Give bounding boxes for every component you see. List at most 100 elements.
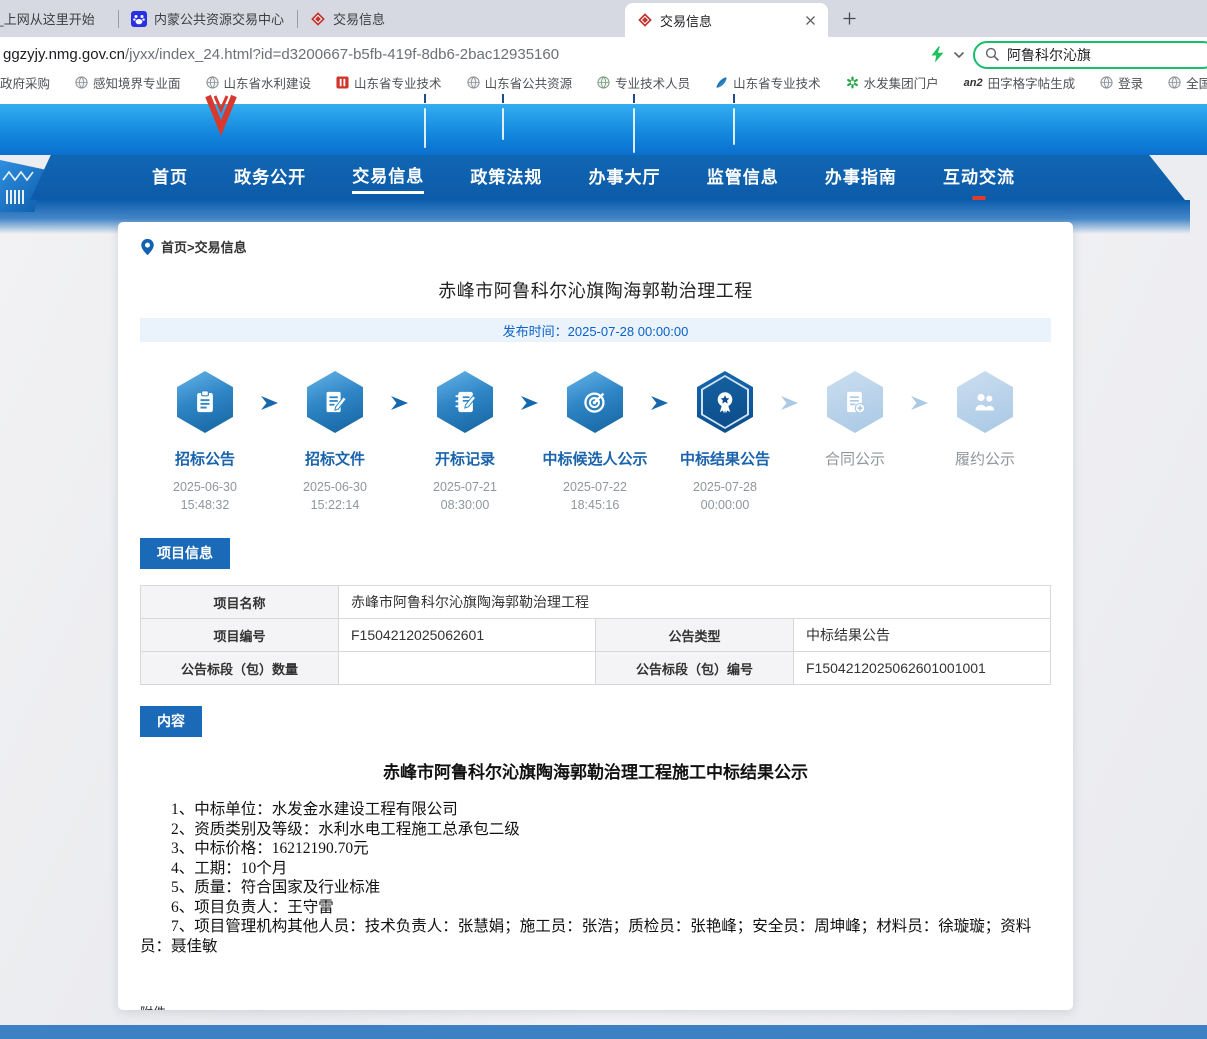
globe-icon [75,76,88,89]
bookmark-item[interactable]: 山东省专业技术 [336,73,442,92]
url-path: /jyxx/index_24.html?id=d3200667-b5fb-419… [125,46,559,63]
bookmark-label: 政府采购 [0,73,50,92]
nav-item-supervision[interactable]: 监管信息 [707,163,779,192]
step-label: 招标文件 [305,448,365,469]
attachment-label: 附件: [140,1002,1051,1010]
bookmark-item[interactable]: 水发集团门户 [846,73,939,92]
table-row: 项目编号 F1504212025062601 公告类型 中标结果公告 [141,619,1051,652]
main-navigation: 首页 政务公开 交易信息 政策法规 办事大厅 监管信息 办事指南 互动交流 [30,155,1185,200]
globe-icon [467,76,480,89]
tab-start-page[interactable]: 23_上网从这里开始 [0,0,118,37]
mongolian-script-decoration [733,108,735,145]
quick-access-bolt-icon[interactable] [930,46,945,63]
section-number-label: 公告标段（包）编号 [596,652,794,685]
red-diamond-icon [310,11,326,27]
tab-label: 23_上网从这里开始 [0,9,106,28]
breadcrumb[interactable]: 首页>交易信息 [140,237,1051,256]
location-pin-icon [140,238,155,256]
arrow-right-icon [909,394,931,412]
site-banner-clipped [0,93,1207,104]
mongolian-script-decoration [633,108,635,153]
contract-document-icon [827,371,883,433]
bookmark-label: 登录 [1118,73,1143,92]
tab-label: 交易信息 [333,9,613,28]
timeline-step-tender-document[interactable]: 招标文件 2025-06-3015:22:14 [270,371,400,517]
footer-bar [0,1025,1207,1039]
announcement-type-label: 公告类型 [596,619,794,652]
mongolian-script-decoration [424,94,426,103]
tab-baidu-search[interactable]: 内蒙公共资源交易中心官网_百度 [119,0,297,37]
table-row: 项目名称 赤峰市阿鲁科尔沁旗陶海郭勒治理工程 [141,586,1051,619]
red-diamond-icon [637,12,653,28]
step-label: 开标记录 [435,448,495,469]
mongolian-script-decoration [502,94,504,103]
tab-trade-info[interactable]: 交易信息 [298,0,625,37]
step-date: 2025-06-3015:22:14 [303,478,367,514]
new-tab-button[interactable] [842,11,857,26]
globe-icon [1168,76,1181,89]
step-label: 中标结果公告 [680,448,770,469]
bookmark-item[interactable]: 山东省专业技术 [715,73,821,92]
bookmark-label: 山东省专业技术 [354,73,442,92]
announcement-type-value: 中标结果公告 [794,619,1051,652]
medal-icon [697,371,753,433]
address-bar-controls: 阿鲁科尔沁旗 [930,41,1207,69]
bookmark-item[interactable]: 登录 [1100,73,1143,92]
url-input[interactable]: ggzyjy.nmg.gov.cn/jyxx/index_24.html?id=… [0,46,930,63]
nav-item-trade-info[interactable]: 交易信息 [352,162,424,194]
arrow-right-icon [649,394,671,412]
bookmark-label: 感知境界专业面 [93,73,181,92]
timeline-step-result-announcement[interactable]: 中标结果公告 2025-07-2800:00:00 [660,371,790,517]
bookmark-label: 山东省水利建设 [224,73,312,92]
mongolian-script-decoration [424,108,426,148]
nav-item-interaction[interactable]: 互动交流 [943,163,1015,192]
bookmark-item[interactable]: 专业技术人员 [597,73,690,92]
process-timeline: 招标公告 2025-06-3015:48:32 招标文件 2025-06-301… [140,371,1051,517]
document-pen-icon [307,371,363,433]
arrow-right-icon [779,394,801,412]
nav-item-policy[interactable]: 政策法规 [470,163,542,192]
globe-icon [1100,76,1113,89]
nav-item-gov-info[interactable]: 政务公开 [234,163,306,192]
clipboard-icon [177,371,233,433]
bookmark-item[interactable]: 山东省公共资源 [467,73,573,92]
content-line: 6、项目负责人：王守雷 [140,898,1051,918]
baidu-icon [131,11,147,27]
search-query: 阿鲁科尔沁旗 [1007,45,1091,65]
site-header-band [0,104,1207,155]
step-date: 2025-07-2218:45:16 [563,478,627,514]
close-tab-icon[interactable] [805,15,816,26]
nav-item-home[interactable]: 首页 [152,163,188,192]
project-name-value: 赤峰市阿鲁科尔沁旗陶海郭勒治理工程 [339,586,1051,619]
red-square-icon [336,76,349,89]
content-line: 7、项目管理机构其他人员：技术负责人：张慧娟；施工员：张浩；质检员：张艳峰；安全… [140,917,1051,956]
mongolian-script-decoration [733,94,735,103]
tab-trade-info-active[interactable]: 交易信息 [625,3,828,37]
bookmark-label: 全国招标公告公 [1186,73,1207,92]
project-info-section-tag: 项目信息 [140,538,230,569]
content-card: 首页>交易信息 赤峰市阿鲁科尔沁旗陶海郭勒治理工程 发布时间：2025-07-2… [118,222,1073,1010]
section-number-value: F1504212025062601001001 [794,652,1051,685]
timeline-step-tender-announcement[interactable]: 招标公告 2025-06-3015:48:32 [140,371,270,517]
timeline-step-candidate-publicity[interactable]: 中标候选人公示 2025-07-2218:45:16 [530,371,660,517]
breadcrumb-text: 首页>交易信息 [161,237,247,256]
bookmark-item[interactable]: an2 田字格字帖生成 [964,73,1075,92]
bookmark-item[interactable]: 全国招标公告公 [1168,73,1207,92]
announcement-body: 1、中标单位：水发金水建设工程有限公司 2、资质类别及等级：水利水电工程施工总承… [140,800,1051,956]
timeline-step-bid-opening[interactable]: 开标记录 2025-07-2108:30:00 [400,371,530,517]
bookmark-item[interactable]: 山东省水利建设 [206,73,312,92]
chevron-down-icon[interactable] [953,51,965,59]
bookmark-item[interactable]: 政府采购 [0,73,50,92]
table-row: 公告标段（包）数量 公告标段（包）编号 F1504212025062601001… [141,652,1051,685]
nav-item-guide[interactable]: 办事指南 [825,163,897,192]
section-count-value [339,652,596,685]
arrow-right-icon [519,394,541,412]
bookmark-item[interactable]: 感知境界专业面 [75,73,181,92]
nav-item-service-hall[interactable]: 办事大厅 [589,163,661,192]
bookmark-label: 专业技术人员 [615,73,690,92]
search-icon [985,47,1000,62]
step-date: 2025-07-2800:00:00 [693,478,757,514]
browser-search-box[interactable]: 阿鲁科尔沁旗 [973,41,1207,69]
step-label: 中标候选人公示 [542,448,647,469]
step-label: 合同公示 [825,448,885,469]
